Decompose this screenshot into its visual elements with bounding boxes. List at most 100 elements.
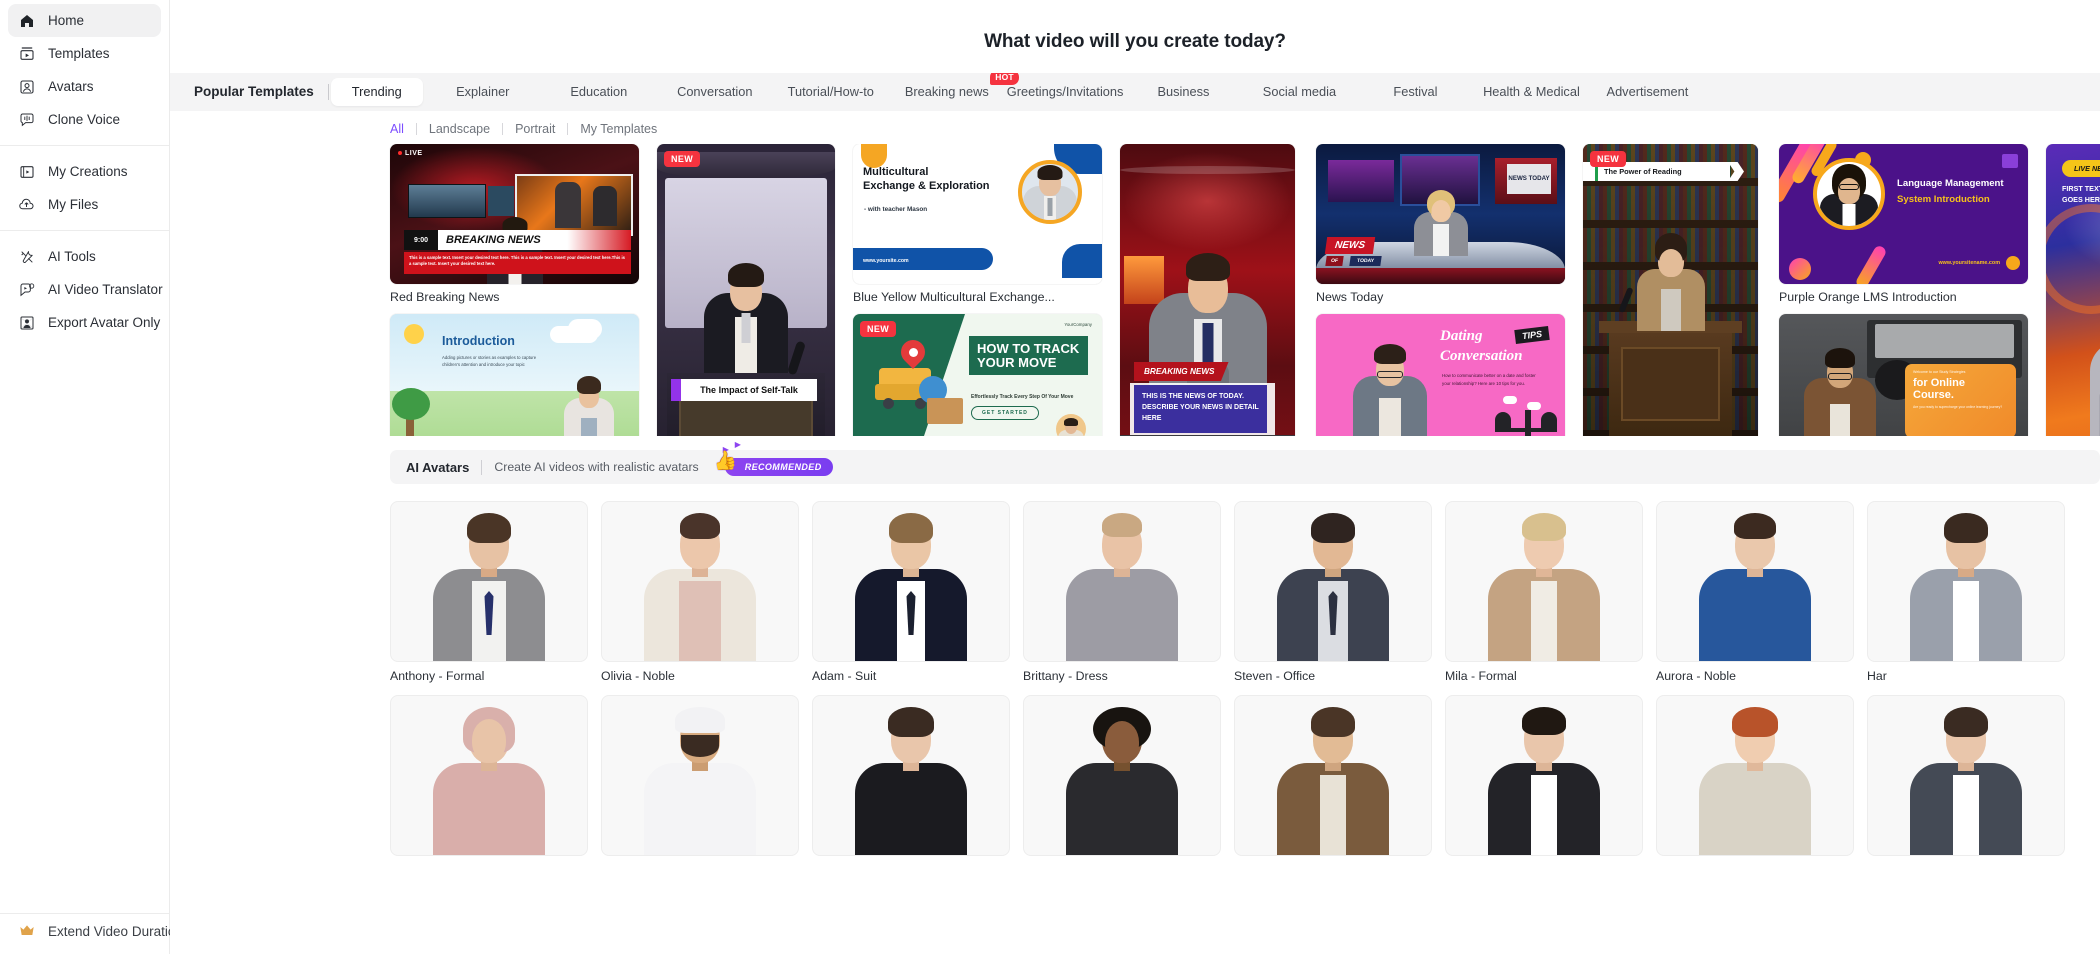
sidebar-item-templates[interactable]: Templates — [8, 37, 161, 70]
avatar-card-steven-office[interactable]: Steven - Office — [1234, 501, 1432, 683]
tab-trending[interactable]: Trending — [330, 78, 423, 106]
template-overlay-title1: Language Management — [1897, 178, 2004, 189]
recommended-badge-wrapper: 👍 ▶ ▶ RECOMMENDED — [711, 440, 833, 476]
template-name: Blue Yellow Multicultural Exchange... — [853, 290, 1055, 304]
header-divider — [481, 459, 483, 475]
template-name: Purple Orange LMS Introduction — [1779, 290, 1957, 304]
template-card-pink-dating-tips[interactable]: Dating Conversation TIPS How to communic… — [1316, 314, 1565, 436]
template-card-green-how-to-track[interactable]: HOW TO TRACK YOUR MOVE Effortlessly Trac… — [853, 314, 1102, 436]
avatar-card-olivia-noble[interactable]: Olivia - Noble — [601, 501, 799, 683]
new-badge: NEW — [1590, 151, 1627, 167]
avatar-card-row2-1[interactable] — [390, 695, 588, 856]
template-card-purple-orange-lms[interactable]: Language Management System Introduction … — [1779, 144, 2028, 304]
template-card-social-news[interactable]: BREAKING NEWS THIS IS THE NEWS OF TODAY.… — [1120, 144, 1298, 436]
template-thumbnail: BREAKING NEWS THIS IS THE NEWS OF TODAY.… — [1120, 144, 1295, 436]
template-card-green-blue-kids[interactable]: Introduction Adding pictures or stories … — [390, 314, 639, 436]
template-card-impact-of-self-talk[interactable]: The Impact of Self-Talk NEW The Impact o… — [657, 144, 835, 436]
tab-social-media[interactable]: Social media — [1243, 78, 1355, 106]
avatar-card-anthony-formal[interactable]: Anthony - Formal — [390, 501, 588, 683]
template-column: Language Management System Introduction … — [1779, 144, 2028, 436]
avatar-card-mila-formal[interactable]: Mila - Formal — [1445, 501, 1643, 683]
template-overlay-headline: Introduction — [442, 334, 515, 348]
template-card-blue-yellow-multicultural[interactable]: Multicultural Exchange & Exploration - w… — [853, 144, 1102, 304]
avatar-card-adam-suit[interactable]: Adam - Suit — [812, 501, 1010, 683]
sidebar-item-avatars[interactable]: Avatars — [8, 70, 161, 103]
avatar-name: Aurora - Noble — [1656, 669, 1736, 683]
tab-advertisement[interactable]: Advertisement — [1591, 78, 1703, 106]
template-column: BREAKING NEWS THIS IS THE NEWS OF TODAY.… — [1120, 144, 1298, 436]
filter-my-templates[interactable]: My Templates — [568, 122, 669, 136]
template-thumbnail: Multicultural Exchange & Exploration - w… — [853, 144, 1102, 284]
template-column: NEWS TODAY NEWS OF TODAY News Today Dati… — [1316, 144, 1565, 436]
avatar-card-row2-7[interactable] — [1656, 695, 1854, 856]
template-column: The Power of Reading NEW The Power of Re… — [1583, 144, 1761, 436]
avatar-thumbnail — [1656, 501, 1854, 662]
template-overlay-headline: BREAKING NEWS — [446, 234, 541, 246]
tab-festival[interactable]: Festival — [1359, 78, 1471, 106]
avatar-card-row2-4[interactable] — [1023, 695, 1221, 856]
orientation-filters: All Landscape Portrait My Templates — [170, 111, 2100, 144]
sidebar-item-label: Avatars — [48, 79, 94, 94]
template-card-news-today[interactable]: NEWS TODAY NEWS OF TODAY News Today — [1316, 144, 1565, 304]
my-files-icon — [18, 196, 35, 213]
tab-breaking-news[interactable]: Breaking news HOT — [891, 73, 1019, 106]
tab-education[interactable]: Education — [543, 78, 655, 106]
avatar-card-row2-2[interactable] — [601, 695, 799, 856]
template-column: Multicultural Exchange & Exploration - w… — [853, 144, 1102, 436]
filter-portrait[interactable]: Portrait — [503, 122, 567, 136]
template-card-study-strategies[interactable]: Welcome to our Study Strategies for Onli… — [1779, 314, 2028, 436]
extend-video-duration-button[interactable]: Extend Video Duration — [8, 914, 183, 948]
template-overlay-cta: GET STARTED — [971, 406, 1039, 420]
template-overlay-title1: FIRST TEXT NEWS TITLE — [2062, 184, 2100, 193]
template-card-quick-news[interactable]: LIVE NEWS FIRST TEXT NEWS TITLE GOES HER… — [2046, 144, 2100, 436]
template-overlay-title1: for Online Course. — [1913, 377, 1965, 401]
tab-label: Explainer — [456, 84, 510, 99]
main-content: What video will you create today? Popula… — [170, 0, 2100, 954]
sidebar: Home Templates Avatars Clone Voice My Cr… — [0, 0, 183, 954]
app-root: Home Templates Avatars Clone Voice My Cr… — [0, 0, 2100, 954]
sidebar-item-export-avatar-only[interactable]: Export Avatar Only — [8, 306, 161, 339]
avatar-name: Olivia - Noble — [601, 669, 675, 683]
sidebar-item-label: Templates — [48, 46, 110, 61]
sidebar-item-ai-video-translator[interactable]: AI Video Translator — [8, 273, 163, 306]
avatar-card-row2-3[interactable] — [812, 695, 1010, 856]
sparkle-icon: ▶ — [734, 440, 741, 449]
avatar-card-aurora-noble[interactable]: Aurora - Noble — [1656, 501, 1854, 683]
clone-voice-icon — [18, 111, 35, 128]
category-tabbar[interactable]: Popular Templates Trending Explainer Edu… — [170, 73, 2100, 111]
template-card-red-breaking-news[interactable]: LIVE 9:00 BREAKING NEWS This is a sample… — [390, 144, 639, 304]
filter-all[interactable]: All — [390, 122, 416, 136]
sidebar-divider-2 — [0, 230, 169, 231]
tab-conversation[interactable]: Conversation — [659, 78, 771, 106]
page-title: What video will you create today? — [984, 31, 1286, 52]
sidebar-item-my-creations[interactable]: My Creations — [8, 155, 161, 188]
tab-popular-templates[interactable]: Popular Templates — [184, 73, 328, 111]
template-card-power-of-reading[interactable]: The Power of Reading NEW The Power of Re… — [1583, 144, 1761, 436]
template-overlay-title2: YOUR MOVE — [977, 354, 1057, 370]
avatar-card-row2-6[interactable] — [1445, 695, 1643, 856]
template-thumbnail: LIVE 9:00 BREAKING NEWS This is a sample… — [390, 144, 639, 284]
tab-greetings-invitations[interactable]: Greetings/Invitations — [1007, 78, 1124, 106]
tab-label: Festival — [1393, 84, 1438, 99]
template-thumbnail: The Impact of Self-Talk NEW — [657, 144, 835, 436]
avatar-card-brittany-dress[interactable]: Brittany - Dress — [1023, 501, 1221, 683]
sidebar-item-ai-tools[interactable]: AI Tools — [8, 240, 161, 273]
template-overlay-url: www.yoursite.com — [863, 258, 909, 264]
sidebar-item-label: My Files — [48, 197, 99, 212]
template-overlay-title2: System Introduction — [1897, 194, 1990, 205]
template-column: The Impact of Self-Talk NEW The Impact o… — [657, 144, 835, 436]
tab-label: Business — [1157, 84, 1210, 99]
avatar-card-har[interactable]: Har — [1867, 501, 2065, 683]
avatar-card-row2-8[interactable] — [1867, 695, 2065, 856]
sidebar-item-clone-voice[interactable]: Clone Voice — [8, 103, 161, 136]
filter-landscape[interactable]: Landscape — [417, 122, 502, 136]
template-overlay-headline: The Impact of Self-Talk — [681, 379, 817, 401]
sidebar-item-my-files[interactable]: My Files — [8, 188, 161, 221]
tab-health-medical[interactable]: Health & Medical — [1475, 78, 1587, 106]
template-overlay-title2: GOES HERE — [2062, 195, 2100, 204]
tab-explainer[interactable]: Explainer — [427, 78, 539, 106]
sidebar-item-home[interactable]: Home — [8, 4, 161, 37]
tab-business[interactable]: Business — [1127, 78, 1239, 106]
tab-tutorial-how-to[interactable]: Tutorial/How-to — [775, 78, 887, 106]
avatar-card-row2-5[interactable] — [1234, 695, 1432, 856]
